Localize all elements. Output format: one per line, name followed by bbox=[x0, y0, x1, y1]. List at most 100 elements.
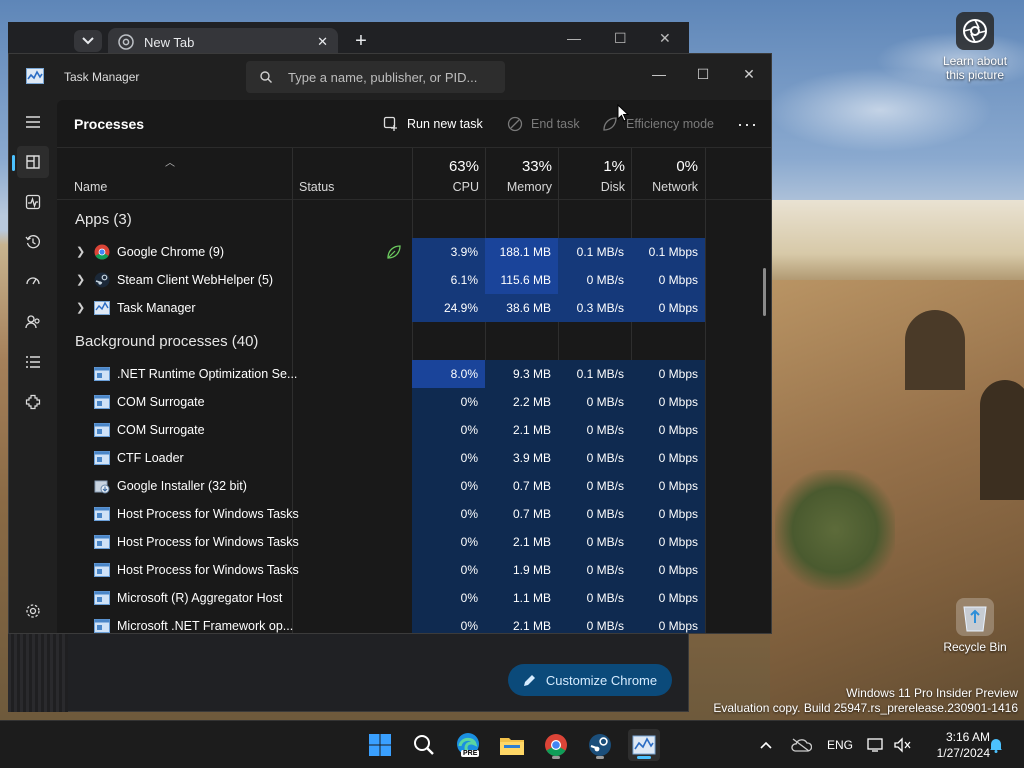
minimize-icon[interactable]: — bbox=[636, 60, 682, 88]
expand-chevron-icon[interactable]: ❯ bbox=[76, 238, 85, 266]
task-manager-taskbar-icon[interactable] bbox=[628, 729, 660, 761]
learn-about-picture-label: Learn about this picture bbox=[942, 54, 1008, 82]
disk-total: 1% bbox=[603, 158, 625, 175]
edge-beta-icon[interactable]: PRE bbox=[452, 729, 484, 761]
chrome-maximize-icon[interactable]: ☐ bbox=[614, 30, 627, 47]
watermark-edition: Windows 11 Pro Insider Preview bbox=[846, 686, 1018, 700]
network-cell: 0 Mbps bbox=[631, 416, 705, 444]
recycle-bin-label: Recycle Bin bbox=[943, 640, 1007, 654]
hamburger-menu-icon[interactable] bbox=[17, 106, 49, 138]
chrome-icon bbox=[94, 244, 110, 260]
clock[interactable]: 3:16 AM 1/27/2024 bbox=[920, 729, 990, 761]
memory-cell: 3.9 MB bbox=[485, 444, 558, 472]
memory-total: 33% bbox=[521, 158, 552, 175]
memory-cell: 0.7 MB bbox=[485, 500, 558, 528]
process-search-input[interactable]: Type a name, publisher, or PID... bbox=[246, 61, 505, 93]
column-network[interactable]: Network bbox=[631, 180, 698, 194]
tab-search-button[interactable] bbox=[74, 30, 102, 52]
new-tab-button[interactable]: + bbox=[350, 30, 372, 52]
processes-panel: Processes Run new task End task Efficien… bbox=[57, 100, 771, 633]
cpu-cell: 24.9% bbox=[412, 294, 485, 322]
table-row[interactable]: 6.1% 115.6 MB 0 MB/s 0 Mbps ❯ Steam Clie… bbox=[57, 266, 717, 294]
window-app-icon bbox=[94, 619, 110, 633]
window-app-icon bbox=[94, 535, 110, 549]
table-row[interactable]: 0% 1.9 MB 0 MB/s 0 Mbps Host Process for… bbox=[57, 556, 717, 584]
users-icon[interactable] bbox=[17, 306, 49, 338]
steam-taskbar-icon[interactable] bbox=[584, 729, 616, 761]
table-row[interactable]: 0% 1.1 MB 0 MB/s 0 Mbps Microsoft (R) Ag… bbox=[57, 584, 717, 612]
show-hidden-icons-icon[interactable] bbox=[760, 721, 772, 768]
performance-icon[interactable] bbox=[17, 186, 49, 218]
network-cell: 0 Mbps bbox=[631, 556, 705, 584]
chrome-minimize-icon[interactable]: — bbox=[567, 30, 581, 46]
wallpaper-bridge-arch-lower bbox=[980, 380, 1024, 500]
onedrive-offline-icon[interactable] bbox=[790, 721, 812, 768]
cpu-cell: 0% bbox=[412, 584, 485, 612]
language-indicator[interactable]: ENG bbox=[827, 721, 853, 768]
run-new-task-button[interactable]: Run new task bbox=[383, 112, 483, 136]
disk-cell: 0.1 MB/s bbox=[558, 238, 631, 266]
column-memory[interactable]: Memory bbox=[485, 180, 552, 194]
learn-about-picture-icon[interactable]: Learn about this picture bbox=[935, 12, 1015, 82]
task-manager-titlebar[interactable]: Task Manager Type a name, publisher, or … bbox=[9, 54, 771, 100]
table-row[interactable]: 3.9% 188.1 MB 0.1 MB/s 0.1 Mbps ❯ Google… bbox=[57, 238, 717, 266]
table-row[interactable]: 0% 3.9 MB 0 MB/s 0 Mbps CTF Loader bbox=[57, 444, 717, 472]
end-task-icon bbox=[507, 116, 523, 132]
table-row[interactable]: 0% 0.7 MB 0 MB/s 0 Mbps Google Installer… bbox=[57, 472, 717, 500]
column-disk[interactable]: Disk bbox=[558, 180, 625, 194]
vertical-scrollbar[interactable] bbox=[763, 268, 766, 316]
file-explorer-icon[interactable] bbox=[496, 729, 528, 761]
running-indicator bbox=[552, 756, 560, 759]
customize-chrome-label: Customize Chrome bbox=[545, 672, 658, 688]
customize-chrome-button[interactable]: Customize Chrome bbox=[508, 664, 672, 696]
more-options-icon[interactable]: ··· bbox=[737, 112, 758, 136]
expand-chevron-icon[interactable]: ❯ bbox=[76, 294, 85, 322]
volume-muted-icon[interactable] bbox=[893, 721, 911, 768]
task-manager-icon bbox=[94, 301, 110, 315]
processes-icon[interactable] bbox=[17, 146, 49, 178]
window-app-icon bbox=[94, 395, 110, 409]
run-new-task-icon bbox=[383, 116, 397, 131]
settings-gear-icon[interactable] bbox=[17, 595, 49, 627]
app-history-icon[interactable] bbox=[17, 226, 49, 258]
chrome-favicon-icon bbox=[118, 34, 134, 50]
expand-chevron-icon[interactable]: ❯ bbox=[76, 266, 85, 294]
maximize-icon[interactable]: ☐ bbox=[680, 60, 726, 88]
table-row[interactable]: 0% 0.7 MB 0 MB/s 0 Mbps Host Process for… bbox=[57, 500, 717, 528]
table-row[interactable]: 8.0% 9.3 MB 0.1 MB/s 0 Mbps .NET Runtime… bbox=[57, 360, 717, 388]
start-button-icon[interactable] bbox=[364, 729, 396, 761]
table-row[interactable]: 24.9% 38.6 MB 0.3 MB/s 0 Mbps ❯ Task Man… bbox=[57, 294, 717, 322]
memory-cell: 38.6 MB bbox=[485, 294, 558, 322]
mouse-cursor-icon bbox=[617, 104, 629, 122]
column-headers: ︿ Name Status 63% CPU 33% Memory 1% Disk… bbox=[57, 148, 771, 200]
startup-apps-icon[interactable] bbox=[17, 266, 49, 298]
close-tab-icon[interactable]: ✕ bbox=[317, 34, 328, 50]
network-icon[interactable] bbox=[867, 721, 885, 768]
disk-cell: 0 MB/s bbox=[558, 612, 631, 633]
services-icon[interactable] bbox=[17, 386, 49, 418]
recycle-bin-icon[interactable]: Recycle Bin bbox=[935, 598, 1015, 654]
end-task-button[interactable]: End task bbox=[507, 112, 580, 136]
network-cell: 0 Mbps bbox=[631, 266, 705, 294]
table-row[interactable]: 0% 2.2 MB 0 MB/s 0 Mbps COM Surrogate bbox=[57, 388, 717, 416]
table-row[interactable]: 0% 2.1 MB 0 MB/s 0 Mbps Microsoft .NET F… bbox=[57, 612, 717, 633]
group-label-background: Background processes (40) bbox=[75, 333, 259, 350]
notifications-bell-icon[interactable] bbox=[989, 721, 1003, 768]
memory-cell: 1.1 MB bbox=[485, 584, 558, 612]
search-icon[interactable] bbox=[408, 729, 440, 761]
details-icon[interactable] bbox=[17, 346, 49, 378]
table-row[interactable]: 0% 2.1 MB 0 MB/s 0 Mbps COM Surrogate bbox=[57, 416, 717, 444]
chrome-taskbar-icon[interactable] bbox=[540, 729, 572, 761]
task-manager-window[interactable]: Task Manager Type a name, publisher, or … bbox=[8, 53, 772, 634]
column-status[interactable]: Status bbox=[299, 180, 334, 194]
chrome-close-icon[interactable]: ✕ bbox=[659, 30, 671, 47]
column-cpu[interactable]: CPU bbox=[412, 180, 479, 194]
disk-cell: 0 MB/s bbox=[558, 444, 631, 472]
disk-cell: 0 MB/s bbox=[558, 584, 631, 612]
close-icon[interactable]: ✕ bbox=[726, 60, 771, 88]
table-row[interactable]: 0% 2.1 MB 0 MB/s 0 Mbps Host Process for… bbox=[57, 528, 717, 556]
end-task-label: End task bbox=[531, 117, 580, 131]
column-name[interactable]: Name bbox=[74, 180, 107, 194]
network-total: 0% bbox=[676, 158, 698, 175]
tab-new-tab[interactable]: New Tab ✕ bbox=[108, 28, 338, 56]
